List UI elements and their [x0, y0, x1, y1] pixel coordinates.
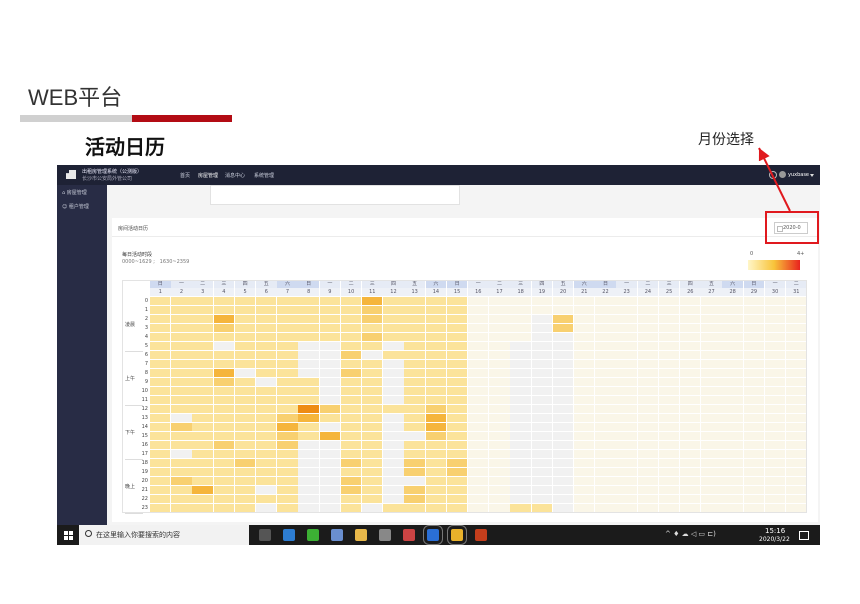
annotation-label: 月份选择	[698, 132, 754, 148]
section-title: 活动日历	[85, 135, 165, 159]
app-topbar: 出租房管理系统（公测版） 长沙市公安局外管公司 首页 房屋管理 消息中心 系统管…	[57, 165, 820, 185]
wechat-icon[interactable]	[307, 529, 319, 541]
title-underline-red	[132, 115, 232, 122]
notification-icon[interactable]	[799, 531, 809, 540]
tray-icons: ^ ♦ ☁ ◁ ▭ ⊏)	[665, 530, 716, 538]
app-name: 出租房管理系统（公测版）	[82, 169, 143, 175]
home-icon: ⌂	[62, 190, 66, 196]
previous-card	[210, 185, 460, 205]
app-sidebar: ⌂ 房屋管理 ☺ 租户管理	[57, 185, 107, 525]
sidebar-item-label: 房屋管理	[66, 190, 87, 196]
activity-heatmap: 日 1 一 2 二 3 三 4 四 5 五 6 六 7 日 8 一 9 二 10 三 11 四 12 五 13 六 14 日 15 一 16 二…	[112, 218, 818, 522]
avatar[interactable]	[779, 171, 786, 178]
app-grid-icon[interactable]	[403, 529, 415, 541]
windows-start-icon[interactable]	[64, 531, 73, 540]
app-content: 房间活动日历 2020-0 0 4+ 每日活动时段 0000~1629 ; 16…	[107, 185, 820, 525]
taskbar-app-list	[253, 525, 503, 545]
app-org: 长沙市公安局外管公司	[82, 176, 133, 182]
windows-taskbar: 在这里输入你要搜索的内容 ^ ♦ ☁ ◁ ▭ ⊏) 15:16 2020/3/2…	[57, 525, 820, 545]
title-underline-gray	[20, 115, 132, 122]
slide-title: WEB平台	[28, 85, 123, 110]
nav-message-center[interactable]: 消息中心	[225, 172, 245, 179]
search-icon	[85, 530, 92, 537]
explorer-icon[interactable]	[355, 529, 367, 541]
calculator-icon[interactable]	[379, 529, 391, 541]
chrome-icon[interactable]	[447, 525, 467, 545]
search-app-icon[interactable]	[423, 525, 443, 545]
activity-calendar-card: 房间活动日历 2020-0 0 4+ 每日活动时段 0000~1629 ; 16…	[112, 218, 818, 522]
edge-icon[interactable]	[283, 529, 295, 541]
sidebar-item-house[interactable]: ⌂ 房屋管理	[62, 189, 87, 196]
chevron-down-icon[interactable]	[810, 174, 814, 177]
nav-home[interactable]: 首页	[180, 172, 190, 179]
taskbar-search-input: 在这里输入你要搜索的内容	[96, 531, 180, 539]
month-select-highlight	[765, 211, 819, 244]
app-logo-icon	[66, 170, 76, 179]
powerpoint-icon[interactable]	[475, 529, 487, 541]
app-screenshot: 出租房管理系统（公测版） 长沙市公安局外管公司 首页 房屋管理 消息中心 系统管…	[57, 165, 820, 545]
clock-date: 2020/3/22	[759, 536, 790, 543]
sidebar-item-tenant[interactable]: ☺ 租户管理	[62, 203, 89, 210]
user-name[interactable]: yuxbase	[788, 172, 809, 178]
heatmap-border	[122, 280, 808, 513]
settings-icon[interactable]	[769, 171, 777, 179]
nav-house-management[interactable]: 房屋管理	[198, 172, 218, 179]
nav-system-management[interactable]: 系统管理	[254, 172, 274, 179]
sidebar-item-label: 租户管理	[68, 204, 89, 210]
person-icon: ☺	[62, 204, 68, 210]
task-view-icon[interactable]	[259, 529, 271, 541]
clock-time: 15:16	[765, 527, 786, 535]
notes-icon[interactable]	[331, 529, 343, 541]
taskbar-search-box[interactable]: 在这里输入你要搜索的内容	[79, 525, 249, 545]
